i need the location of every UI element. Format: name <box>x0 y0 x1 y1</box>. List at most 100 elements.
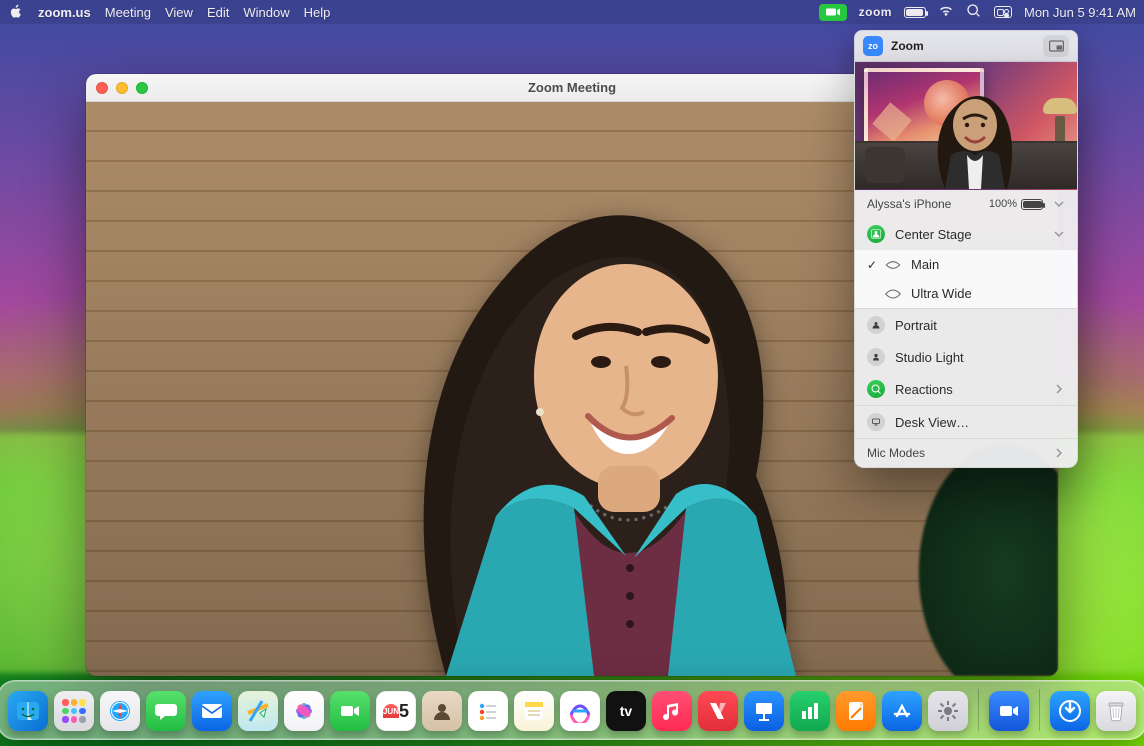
camera-preview <box>855 62 1077 190</box>
center-stage-options: ✓ Main Ultra Wide <box>855 250 1077 308</box>
pages-icon <box>844 699 868 723</box>
studio-light-row[interactable]: Studio Light <box>855 341 1077 373</box>
contacts-icon <box>430 699 454 723</box>
photos-icon <box>292 699 316 723</box>
dock-numbers[interactable] <box>790 691 830 731</box>
menubar: zoom.us Meeting View Edit Window Help zo… <box>0 0 1144 24</box>
dock-settings[interactable] <box>928 691 968 731</box>
desktop: zoom.us Meeting View Edit Window Help zo… <box>0 0 1144 746</box>
appletv-icon: tv <box>612 697 640 725</box>
dock-reminders[interactable] <box>468 691 508 731</box>
calendar-day-label: 5 <box>399 700 409 722</box>
menu-edit[interactable]: Edit <box>207 5 229 20</box>
menubar-zoom-label[interactable]: zoom <box>859 5 892 19</box>
dock-music[interactable] <box>652 691 692 731</box>
lens-icon <box>885 259 901 271</box>
desk-view-row[interactable]: Desk View… <box>855 406 1077 438</box>
mail-icon <box>200 699 224 723</box>
dock-appletv[interactable]: tv <box>606 691 646 731</box>
news-icon <box>706 699 730 723</box>
numbers-icon <box>798 699 822 723</box>
menu-view[interactable]: View <box>165 5 193 20</box>
finder-icon <box>16 699 40 723</box>
maps-icon <box>246 699 270 723</box>
popover-app-label: Zoom <box>891 39 924 53</box>
menu-meeting[interactable]: Meeting <box>105 5 151 20</box>
dock-notes[interactable] <box>514 691 554 731</box>
dock-news[interactable] <box>698 691 738 731</box>
reactions-label: Reactions <box>895 382 953 397</box>
search-icon <box>966 3 982 19</box>
zoom-icon <box>997 699 1021 723</box>
reminders-icon <box>476 699 500 723</box>
center-stage-row[interactable]: Center Stage <box>855 218 1077 250</box>
dock-separator <box>978 689 979 731</box>
studio-light-label: Studio Light <box>895 350 964 365</box>
menubar-clock[interactable]: Mon Jun 5 9:41 AM <box>1024 5 1136 20</box>
dock: JUN 5 tv <box>0 680 1144 740</box>
dock-pages[interactable] <box>836 691 876 731</box>
gear-icon <box>936 699 960 723</box>
dock-separator <box>1039 689 1040 731</box>
dock-messages[interactable] <box>146 691 186 731</box>
portrait-row[interactable]: Portrait <box>855 309 1077 341</box>
popover-app-header[interactable]: zo Zoom <box>854 30 1078 62</box>
menu-window[interactable]: Window <box>243 5 289 20</box>
reactions-icon <box>867 380 885 398</box>
video-icon <box>826 7 840 17</box>
dock-launchpad[interactable] <box>54 691 94 731</box>
reactions-row[interactable]: Reactions <box>855 373 1077 405</box>
downloads-icon <box>1058 699 1082 723</box>
check-icon: ✓ <box>867 258 877 272</box>
dock-maps[interactable] <box>238 691 278 731</box>
safari-icon <box>108 699 132 723</box>
apple-menu[interactable] <box>8 3 24 22</box>
option-main-label: Main <box>911 257 939 272</box>
center-stage-icon <box>867 225 885 243</box>
apple-logo-icon <box>8 3 24 19</box>
dock-safari[interactable] <box>100 691 140 731</box>
dock-downloads[interactable] <box>1050 691 1090 731</box>
notes-icon <box>522 699 546 723</box>
menu-help[interactable]: Help <box>304 5 331 20</box>
dock-zoom[interactable] <box>989 691 1029 731</box>
battery-status[interactable] <box>904 7 926 18</box>
mic-modes-row[interactable]: Mic Modes <box>855 439 1077 467</box>
device-battery: 100% <box>989 198 1043 210</box>
launchpad-icon <box>62 699 86 723</box>
chevron-down-icon <box>1053 198 1065 210</box>
wifi-status[interactable] <box>938 3 954 22</box>
dock-calendar[interactable]: JUN 5 <box>376 691 416 731</box>
portrait-label: Portrait <box>895 318 937 333</box>
pip-icon <box>1049 40 1064 52</box>
wifi-icon <box>938 3 954 19</box>
camera-active-pill[interactable] <box>819 4 847 21</box>
dock-finder[interactable] <box>8 691 48 731</box>
dock-photos[interactable] <box>284 691 324 731</box>
option-ultra-wide[interactable]: Ultra Wide <box>855 279 1077 308</box>
battery-percent-label: 100% <box>989 198 1017 210</box>
video-subject <box>326 116 846 676</box>
spotlight[interactable] <box>966 3 982 22</box>
dock-trash[interactable] <box>1096 691 1136 731</box>
device-name: Alyssa's iPhone <box>867 197 951 211</box>
pip-button[interactable] <box>1043 35 1069 57</box>
dock-keynote[interactable] <box>744 691 784 731</box>
lens-wide-icon <box>885 288 901 300</box>
option-main[interactable]: ✓ Main <box>855 250 1077 279</box>
dock-appstore[interactable] <box>882 691 922 731</box>
option-ultra-wide-label: Ultra Wide <box>911 286 972 301</box>
music-icon <box>660 699 684 723</box>
dock-contacts[interactable] <box>422 691 462 731</box>
chevron-right-icon <box>1053 447 1065 459</box>
center-stage-label: Center Stage <box>895 227 972 242</box>
device-row[interactable]: Alyssa's iPhone 100% <box>855 190 1077 218</box>
dock-mail[interactable] <box>192 691 232 731</box>
dock-freeform[interactable] <box>560 691 600 731</box>
menu-app[interactable]: zoom.us <box>38 5 91 20</box>
control-center[interactable] <box>994 6 1012 18</box>
appstore-icon <box>890 699 914 723</box>
chevron-right-icon <box>1053 383 1065 395</box>
dock-facetime[interactable] <box>330 691 370 731</box>
video-popover: zo Zoom <box>854 30 1078 468</box>
